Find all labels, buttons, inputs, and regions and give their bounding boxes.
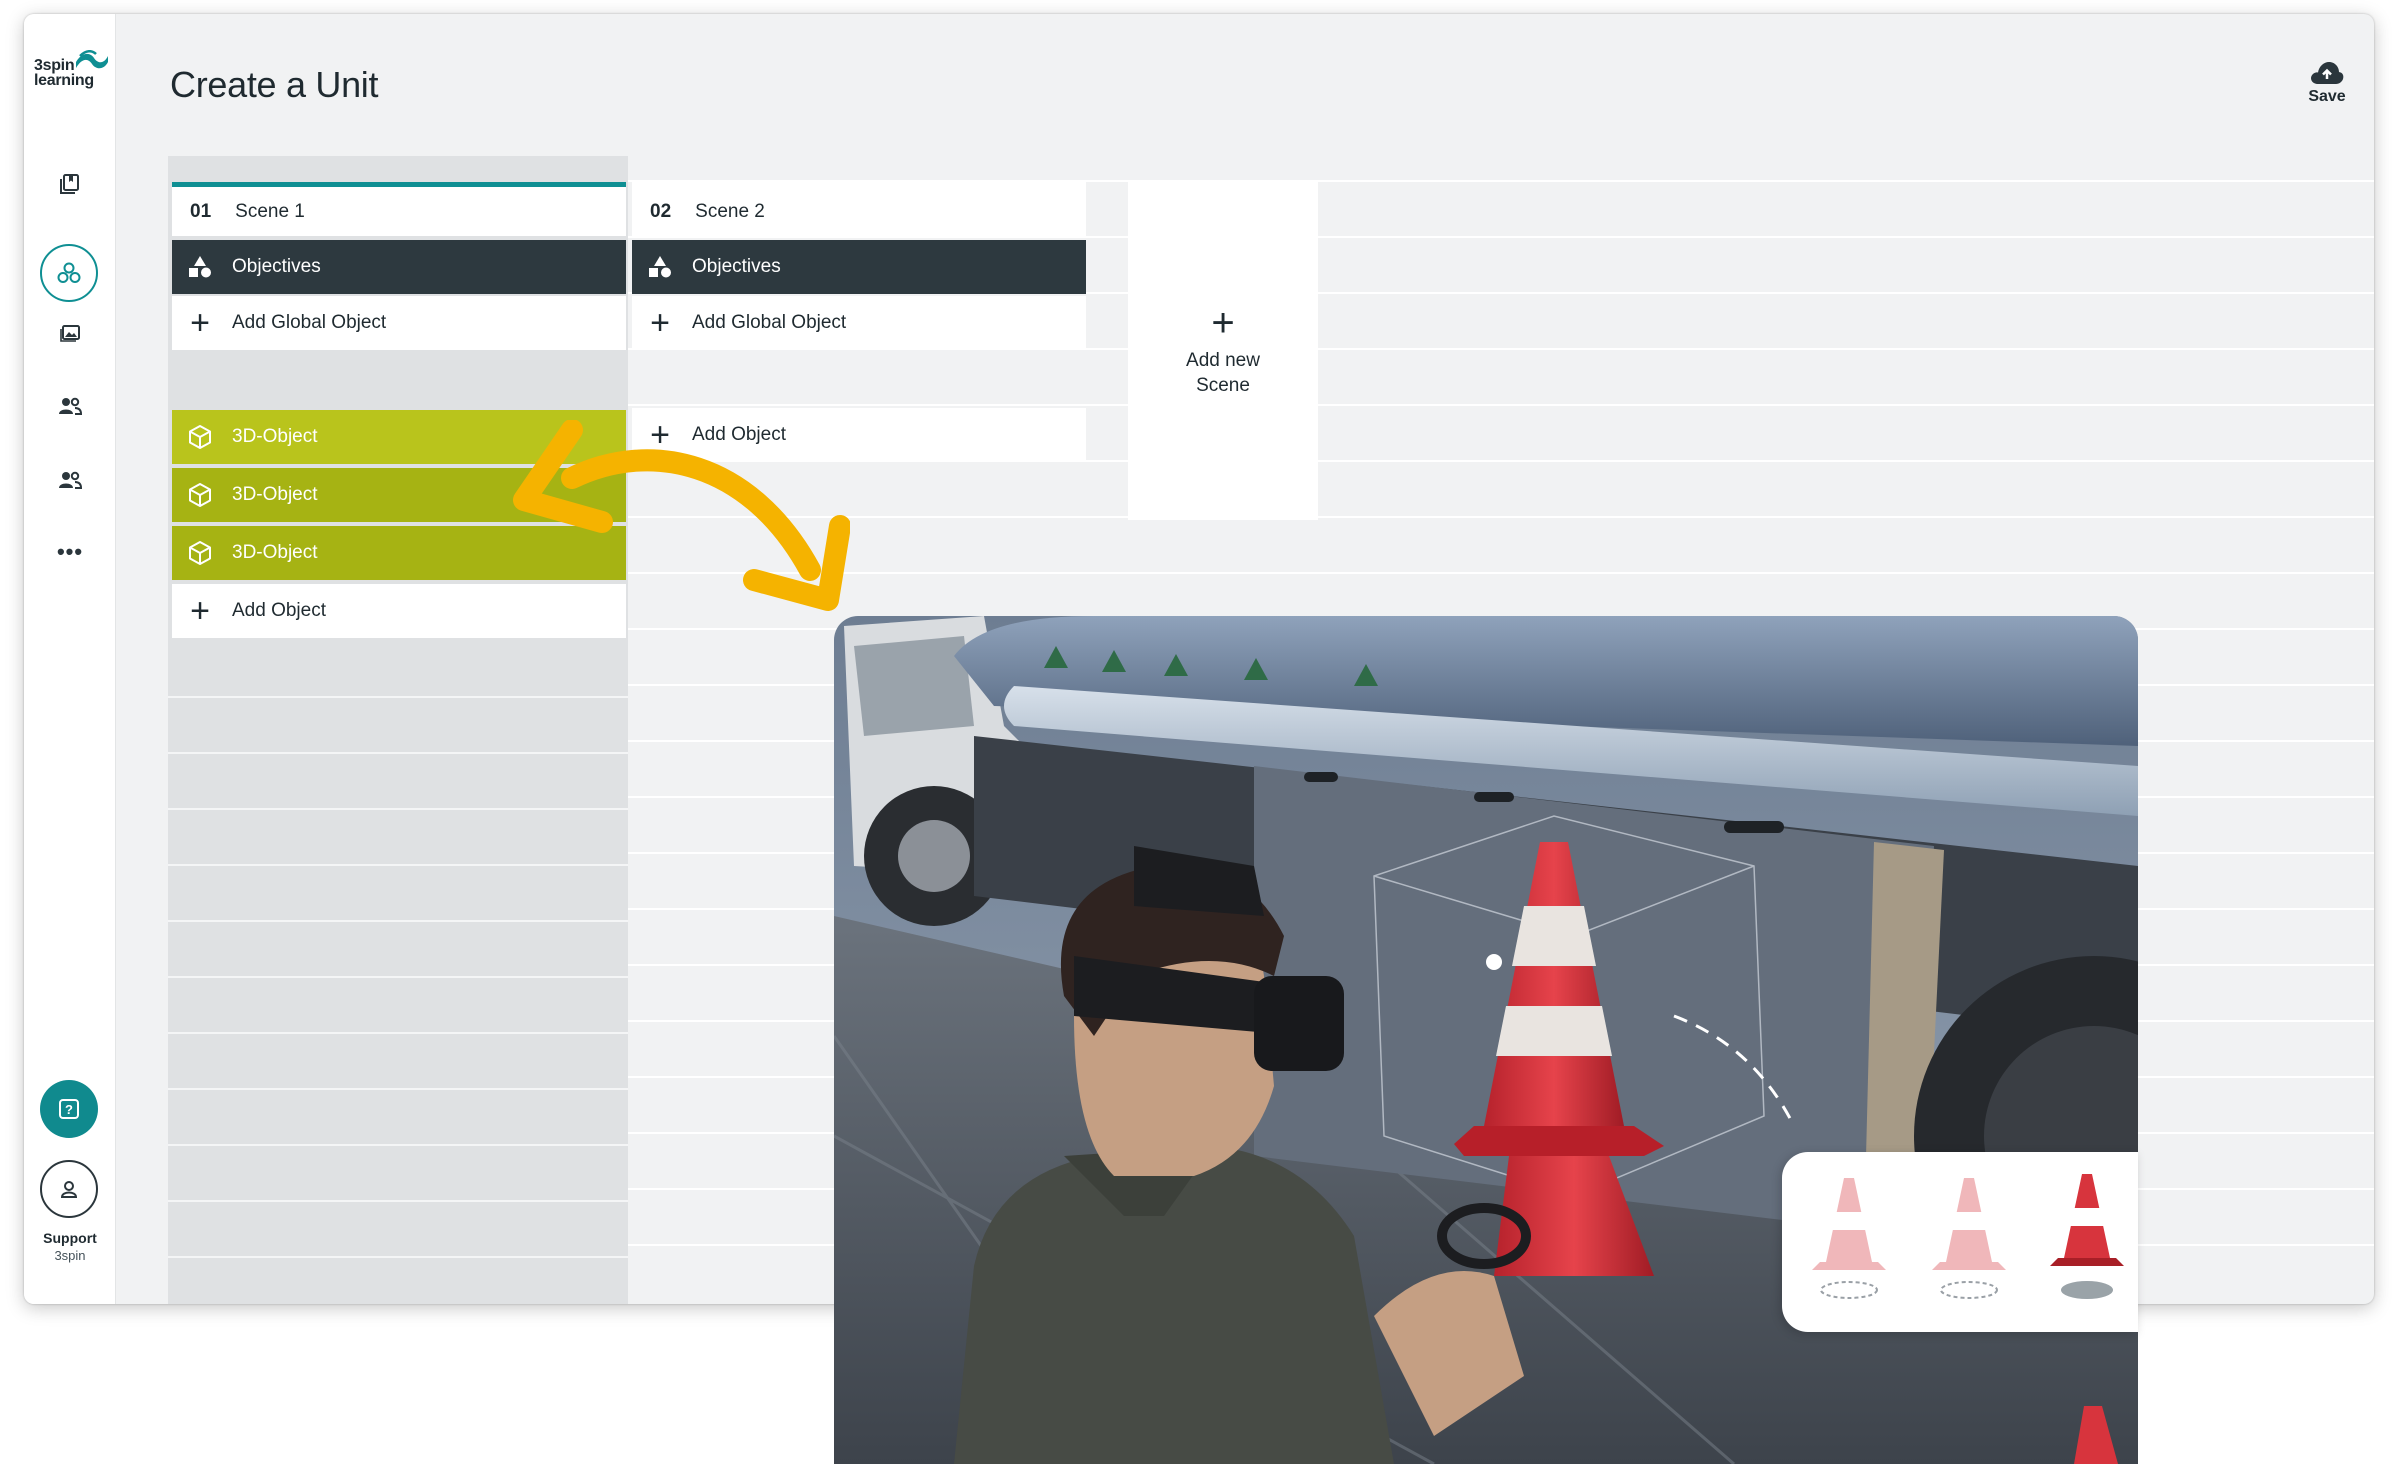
cube-icon: [186, 424, 214, 450]
column-divider: [168, 696, 628, 698]
column-divider: [168, 920, 628, 922]
scene-name: Scene 2: [695, 200, 765, 222]
shapes-icon: [186, 255, 214, 279]
more-icon[interactable]: •••: [50, 532, 90, 572]
add-global-object-label: Add Global Object: [692, 312, 847, 333]
scene-header-2[interactable]: 02 Scene 2: [632, 182, 1086, 236]
grid-row: [628, 516, 2374, 572]
add-object-label: Add Object: [232, 600, 326, 621]
swap-arrow-icon: [513, 420, 850, 611]
help-icon: ?: [59, 1099, 79, 1119]
save-button[interactable]: Save: [2302, 60, 2352, 106]
column-divider: [168, 864, 628, 866]
plus-icon: +: [1211, 301, 1235, 345]
objectives-label: Objectives: [692, 256, 781, 277]
add-global-object-button[interactable]: + Add Global Object: [172, 296, 626, 350]
cube-icon: [186, 540, 214, 566]
grid-row: [628, 460, 2374, 516]
column-divider: [168, 1144, 628, 1146]
logo-wave-icon: [76, 50, 108, 69]
vr-illustration: [834, 616, 2138, 1464]
cloud-upload-icon: [2311, 62, 2344, 84]
cone-variant-2[interactable]: [1932, 1178, 2006, 1270]
scene-header-1[interactable]: 01 Scene 1: [172, 182, 626, 236]
add-new-scene-label: Add new Scene: [1186, 350, 1260, 396]
vr-scene-image: [834, 616, 2138, 1464]
objectives-row[interactable]: Objectives: [632, 240, 1086, 294]
object-label: 3D-Object: [232, 484, 318, 505]
add-new-scene-button[interactable]: + Add new Scene: [1128, 182, 1318, 520]
page-title: Create a Unit: [170, 64, 379, 105]
help-button[interactable]: ?: [40, 1080, 98, 1138]
column-divider: [168, 752, 628, 754]
svg-text:?: ?: [65, 1102, 73, 1117]
cube-icon: [186, 482, 214, 508]
column-divider: [168, 976, 628, 978]
cone-variant-3-shadow: [2061, 1281, 2113, 1299]
sidebar: 3spin learning ••• ? Support 3spin: [24, 14, 116, 1304]
plus-icon: +: [650, 304, 670, 342]
avatar[interactable]: [40, 1160, 98, 1218]
object-label: 3D-Object: [232, 426, 318, 447]
support-subtext: 3spin: [54, 1248, 86, 1263]
library-icon[interactable]: [50, 164, 90, 204]
user-icon: [60, 1181, 78, 1198]
scene-name: Scene 1: [235, 200, 305, 222]
grid-row: [628, 348, 2374, 404]
save-label: Save: [2308, 88, 2346, 105]
objects-icon[interactable]: [40, 244, 98, 302]
cone-variant-1[interactable]: [1812, 1178, 1886, 1270]
add-global-object-button[interactable]: + Add Global Object: [632, 296, 1086, 350]
plus-icon: +: [190, 592, 210, 630]
plus-icon: +: [190, 304, 210, 342]
cone-variant-2-shadow: [1940, 1281, 1998, 1299]
scene-number: 01: [190, 200, 212, 222]
column-divider: [168, 808, 628, 810]
column-divider: [168, 1200, 628, 1202]
scene-number: 02: [650, 200, 672, 222]
add-global-object-label: Add Global Object: [232, 312, 387, 333]
logo: 3spin learning: [34, 46, 110, 106]
shapes-icon: [646, 255, 674, 279]
support-label[interactable]: Support 3spin: [24, 1230, 116, 1264]
support-text: Support: [43, 1230, 97, 1246]
column-divider: [168, 1032, 628, 1034]
cone-variant-3[interactable]: [2050, 1174, 2124, 1266]
objectives-row[interactable]: Objectives: [172, 240, 626, 294]
cone-variant-1-shadow: [1820, 1281, 1878, 1299]
cone-variant-picker: [1782, 1152, 2138, 1332]
objectives-label: Objectives: [232, 256, 321, 277]
cone-variants: [1812, 1174, 2124, 1299]
groups-icon[interactable]: [50, 460, 90, 500]
column-divider: [168, 1256, 628, 1258]
logo-line-2: learning: [34, 72, 94, 89]
users-icon[interactable]: [50, 386, 90, 426]
object-label: 3D-Object: [232, 542, 318, 563]
media-icon[interactable]: [50, 312, 90, 352]
column-divider: [168, 1088, 628, 1090]
